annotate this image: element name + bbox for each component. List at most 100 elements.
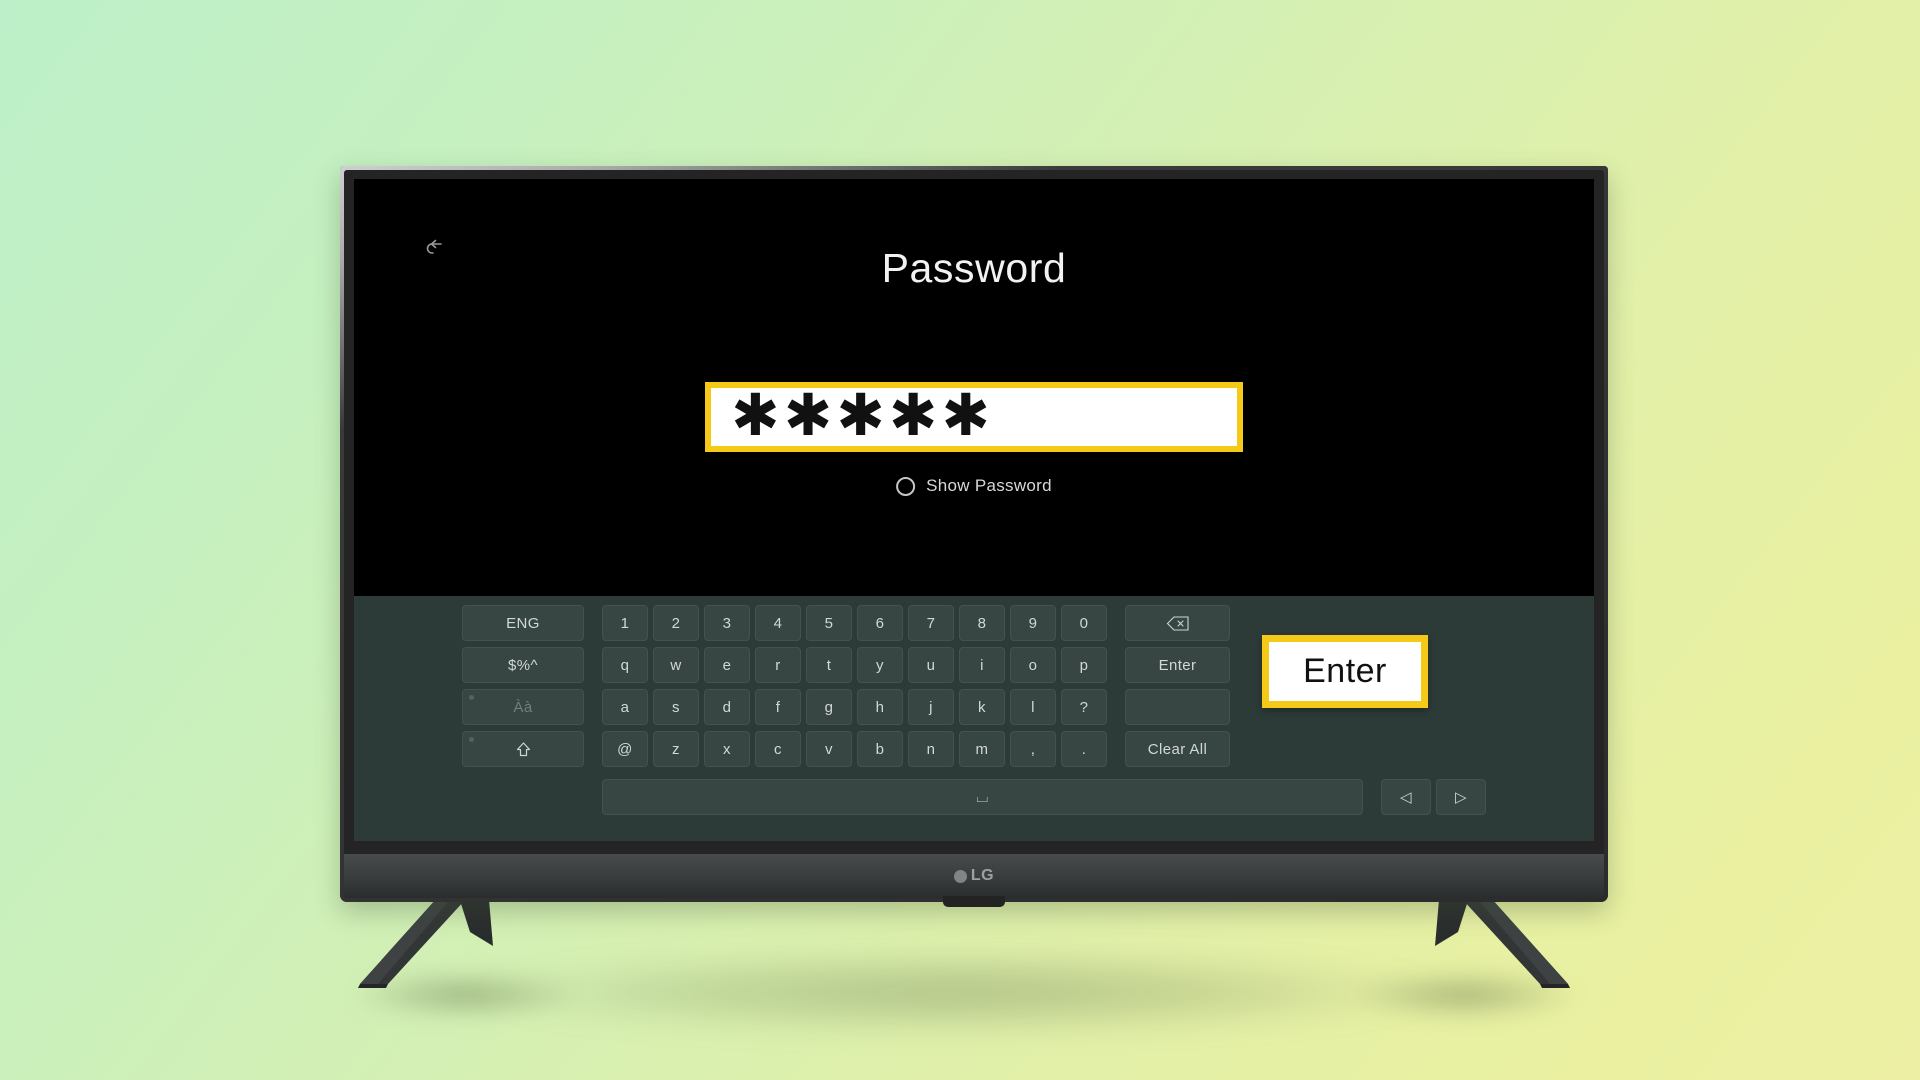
key-h[interactable]: h — [857, 689, 903, 725]
cursor-left-key[interactable]: ◁ — [1381, 779, 1431, 815]
key-n[interactable]: n — [908, 731, 954, 767]
key-o[interactable]: o — [1010, 647, 1056, 683]
password-masked-value: ✱✱✱✱✱ — [731, 381, 994, 449]
key-a[interactable]: a — [602, 689, 648, 725]
key-w[interactable]: w — [653, 647, 699, 683]
key-label: g — [824, 698, 834, 716]
key-7[interactable]: 7 — [908, 605, 954, 641]
key-label: m — [975, 740, 989, 758]
key-at[interactable]: @ — [602, 731, 648, 767]
key-label: 7 — [926, 614, 936, 632]
key-5[interactable]: 5 — [806, 605, 852, 641]
key-label: a — [620, 698, 630, 716]
key-i[interactable]: i — [959, 647, 1005, 683]
keyboard-row: @ z x c v b n m , . Clear All — [462, 731, 1486, 767]
key-label: 1 — [620, 614, 630, 632]
key-period[interactable]: . — [1061, 731, 1107, 767]
tv-stand-leg-left — [348, 888, 528, 988]
key-label: 0 — [1079, 614, 1089, 632]
key-x[interactable]: x — [704, 731, 750, 767]
key-label: q — [620, 656, 630, 674]
password-input[interactable]: ✱✱✱✱✱ — [705, 382, 1243, 452]
backspace-icon — [1166, 615, 1189, 631]
enter-key[interactable]: Enter — [1125, 647, 1230, 683]
backspace-key[interactable] — [1125, 605, 1230, 641]
key-9[interactable]: 9 — [1010, 605, 1056, 641]
key-label: 4 — [773, 614, 783, 632]
space-key-label: ⌴ — [976, 788, 989, 806]
key-label: f — [775, 698, 781, 716]
cursor-left-label: ◁ — [1400, 789, 1412, 806]
key-2[interactable]: 2 — [653, 605, 699, 641]
key-label: o — [1028, 656, 1038, 674]
key-b[interactable]: b — [857, 731, 903, 767]
key-label: u — [926, 656, 936, 674]
key-y[interactable]: y — [857, 647, 903, 683]
key-m[interactable]: m — [959, 731, 1005, 767]
key-label: 6 — [875, 614, 885, 632]
key-3[interactable]: 3 — [704, 605, 750, 641]
key-t[interactable]: t — [806, 647, 852, 683]
key-label: j — [929, 698, 933, 716]
key-label: n — [926, 740, 936, 758]
clear-all-key[interactable]: Clear All — [1125, 731, 1230, 767]
key-label: x — [723, 740, 731, 758]
page-title: Password — [881, 245, 1067, 291]
shift-arrow-icon — [516, 741, 530, 756]
key-g[interactable]: g — [806, 689, 852, 725]
show-password-toggle[interactable]: Show Password — [896, 476, 1052, 496]
key-label: , — [1030, 740, 1036, 758]
key-4[interactable]: 4 — [755, 605, 801, 641]
key-label: 2 — [671, 614, 681, 632]
key-j[interactable]: j — [908, 689, 954, 725]
key-question[interactable]: ? — [1061, 689, 1107, 725]
key-label: 3 — [722, 614, 732, 632]
show-password-radio-icon[interactable] — [896, 476, 916, 496]
key-f[interactable]: f — [755, 689, 801, 725]
key-p[interactable]: p — [1061, 647, 1107, 683]
tv-screen: Password ✱✱✱✱✱ Show Password ENG 1 2 3 4… — [354, 179, 1594, 841]
key-v[interactable]: v — [806, 731, 852, 767]
key-z[interactable]: z — [653, 731, 699, 767]
space-key[interactable]: ⌴ — [602, 779, 1363, 815]
key-label: t — [826, 656, 832, 674]
key-l[interactable]: l — [1010, 689, 1056, 725]
ir-receiver-nub — [943, 896, 1005, 907]
clear-all-label: Clear All — [1147, 740, 1208, 758]
key-1[interactable]: 1 — [602, 605, 648, 641]
key-6[interactable]: 6 — [857, 605, 903, 641]
cursor-right-key[interactable]: ▷ — [1436, 779, 1486, 815]
language-key[interactable]: ENG — [462, 605, 584, 641]
key-u[interactable]: u — [908, 647, 954, 683]
key-label: . — [1081, 740, 1087, 758]
key-e[interactable]: e — [704, 647, 750, 683]
language-key-label: ENG — [506, 614, 540, 632]
lg-logo-dot-icon — [953, 869, 967, 883]
key-k[interactable]: k — [959, 689, 1005, 725]
key-r[interactable]: r — [755, 647, 801, 683]
key-8[interactable]: 8 — [959, 605, 1005, 641]
symbols-key[interactable]: $%^ — [462, 647, 584, 683]
key-d[interactable]: d — [704, 689, 750, 725]
onscreen-keyboard: ENG 1 2 3 4 5 6 7 8 9 0 $%^ q w e r t y … — [354, 596, 1594, 841]
show-password-label: Show Password — [926, 476, 1052, 495]
screen-upper-panel: Password ✱✱✱✱✱ Show Password — [354, 179, 1594, 596]
shift-key[interactable] — [462, 731, 584, 767]
key-s[interactable]: s — [653, 689, 699, 725]
key-label: k — [978, 698, 986, 716]
key-label: d — [722, 698, 732, 716]
enter-callout-highlight[interactable]: Enter — [1262, 635, 1428, 708]
scene: Password ✱✱✱✱✱ Show Password ENG 1 2 3 4… — [0, 0, 1920, 1080]
accents-key[interactable]: Àà — [462, 689, 584, 725]
key-0[interactable]: 0 — [1061, 605, 1107, 641]
symbols-key-label: $%^ — [508, 656, 538, 674]
key-label: l — [1031, 698, 1035, 716]
enter-key-lower[interactable] — [1125, 689, 1230, 725]
tv-chin-bezel: LG — [344, 854, 1604, 907]
accents-key-label: Àà — [513, 698, 533, 716]
keyboard-row: ⌴ ◁ ▷ — [462, 779, 1486, 815]
key-c[interactable]: c — [755, 731, 801, 767]
key-q[interactable]: q — [602, 647, 648, 683]
key-comma[interactable]: , — [1010, 731, 1056, 767]
key-label: 5 — [824, 614, 834, 632]
